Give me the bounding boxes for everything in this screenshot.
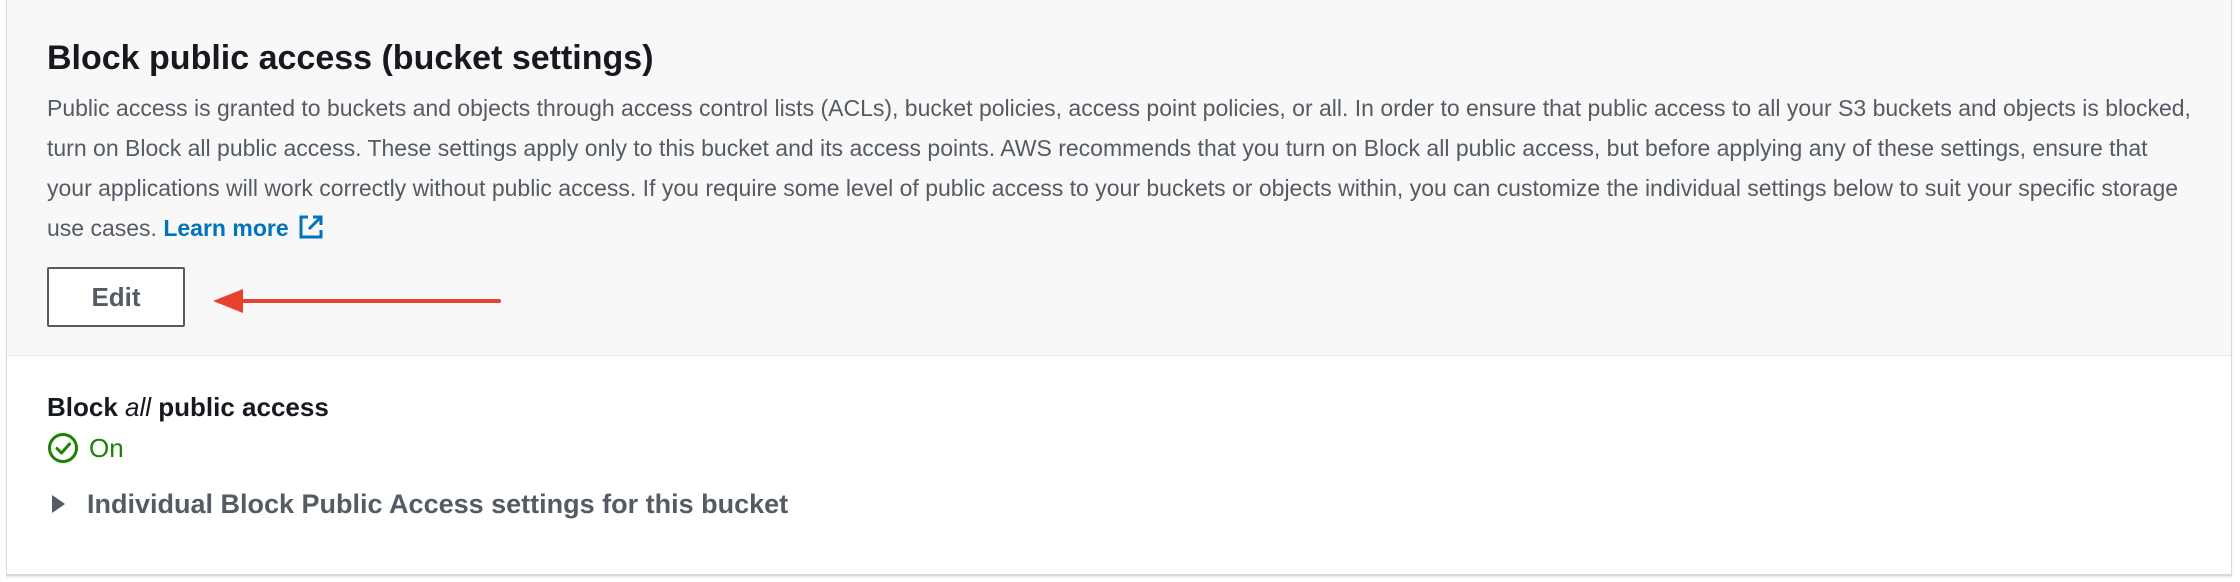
edit-button[interactable]: Edit bbox=[47, 267, 185, 327]
external-link-icon bbox=[299, 215, 323, 239]
section-header: Block public access (bucket settings) Pu… bbox=[7, 0, 2231, 356]
block-all-emphasis: all bbox=[125, 392, 152, 422]
section-description: Public access is granted to buckets and … bbox=[47, 88, 2197, 248]
caret-right-icon bbox=[52, 495, 65, 513]
block-all-status: On bbox=[47, 428, 124, 468]
block-public-access-panel: Block public access (bucket settings) Pu… bbox=[6, 0, 2232, 576]
learn-more-label: Learn more bbox=[163, 215, 289, 241]
block-all-public-access-label: Block all public access bbox=[47, 389, 329, 425]
description-text: Public access is granted to buckets and … bbox=[47, 95, 2191, 241]
block-all-prefix: Block bbox=[47, 392, 126, 422]
block-all-suffix: public access bbox=[151, 392, 329, 422]
section-title: Block public access (bucket settings) bbox=[47, 39, 654, 77]
individual-settings-label: Individual Block Public Access settings … bbox=[87, 488, 789, 519]
red-arrow-annotation bbox=[213, 289, 501, 313]
status-text: On bbox=[89, 432, 124, 463]
check-circle-icon bbox=[48, 433, 78, 463]
individual-settings-expander[interactable]: Individual Block Public Access settings … bbox=[47, 484, 788, 524]
learn-more-link[interactable]: Learn more bbox=[163, 215, 324, 241]
